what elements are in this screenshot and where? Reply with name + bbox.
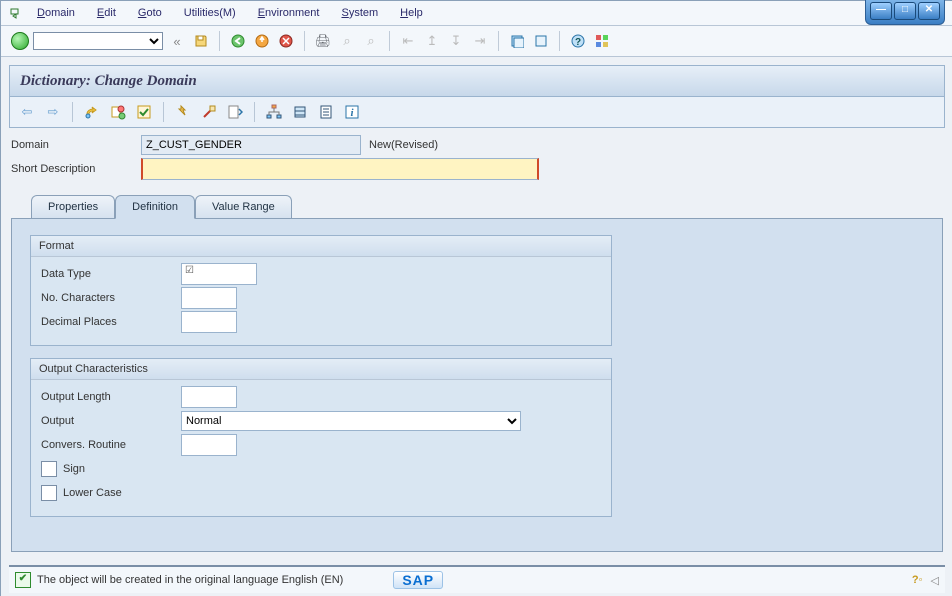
help-icon[interactable]: ? <box>568 31 588 51</box>
tab-value-range[interactable]: Value Range <box>195 195 292 218</box>
display-change-icon[interactable] <box>81 101 103 123</box>
info-icon[interactable]: i <box>341 101 363 123</box>
header-form: Domain New(Revised) Short Description <box>11 134 943 180</box>
nav-back-icon[interactable]: ⇦ <box>16 101 38 123</box>
output-select[interactable]: Normal <box>181 411 521 431</box>
window-controls: — □ ✕ <box>865 0 945 25</box>
shortdesc-field[interactable] <box>141 158 539 180</box>
maximize-button[interactable]: □ <box>894 2 916 20</box>
sign-checkbox[interactable] <box>41 461 57 477</box>
decimal-places-field[interactable] <box>181 311 237 333</box>
status-message: The object will be created in the origin… <box>37 574 343 586</box>
tab-container: Properties Definition Value Range Format… <box>11 194 943 552</box>
find-next-icon[interactable]: ⌕ <box>361 31 381 51</box>
sap-logo: SAP <box>393 571 443 589</box>
where-used-icon[interactable] <box>198 101 220 123</box>
other-object-icon[interactable] <box>107 101 129 123</box>
prev-page-icon[interactable]: ↥ <box>422 31 442 51</box>
group-output-title: Output Characteristics <box>31 359 611 380</box>
status-help-icon[interactable]: ?◦ <box>912 574 923 586</box>
menu-edit-label: dit <box>104 7 116 19</box>
convers-routine-field[interactable] <box>181 434 237 456</box>
back-icon[interactable] <box>228 31 248 51</box>
new-session-icon[interactable] <box>507 31 527 51</box>
history-back-icon[interactable]: « <box>167 31 187 51</box>
tab-strip: Properties Definition Value Range <box>11 195 943 219</box>
command-field[interactable] <box>33 32 163 50</box>
menu-domain[interactable]: Domain <box>27 3 85 23</box>
standard-toolbar: « 🖨 ⌕ ⌕ ⇤ ↥ ↧ ⇥ ? <box>1 26 952 57</box>
menu-utilities[interactable]: Utilities(M) <box>174 3 246 23</box>
menu-bar: Domain Edit Goto Utilities(M) Environmen… <box>1 1 952 26</box>
data-type-label: Data Type <box>41 268 181 280</box>
nav-fwd-icon[interactable]: ⇨ <box>42 101 64 123</box>
tab-panel-definition: Format Data Type ☑ No. Characters <box>11 218 943 552</box>
decimal-places-label: Decimal Places <box>41 316 181 328</box>
domain-field <box>141 135 361 155</box>
sap-gui-window: — □ ✕ Domain Edit Goto Utilities(M) Envi… <box>0 0 952 596</box>
group-output: Output Characteristics Output Length Out… <box>30 358 612 517</box>
menu-domain-label: omain <box>45 7 75 19</box>
layout-menu-icon[interactable] <box>592 31 612 51</box>
menu-goto[interactable]: Goto <box>128 3 172 23</box>
group-format-title: Format <box>31 236 611 257</box>
lowercase-checkbox[interactable] <box>41 485 57 501</box>
hierarchy-icon[interactable] <box>263 101 285 123</box>
cancel-icon[interactable] <box>276 31 296 51</box>
menu-indicator-icon[interactable] <box>7 5 25 21</box>
svg-text:?: ? <box>575 37 581 48</box>
no-chars-field[interactable] <box>181 287 237 309</box>
f4-help-icon[interactable]: ☑ <box>185 265 194 276</box>
output-length-field[interactable] <box>181 386 237 408</box>
status-bar: ✔ The object will be created in the orig… <box>9 565 945 593</box>
find-icon[interactable]: ⌕ <box>337 31 357 51</box>
output-length-label: Output Length <box>41 391 181 403</box>
menu-system[interactable]: System <box>331 3 388 23</box>
no-chars-label: No. Characters <box>41 292 181 304</box>
status-ok-icon: ✔ <box>15 572 31 588</box>
minimize-button[interactable]: — <box>870 2 892 20</box>
menu-environment[interactable]: Environment <box>248 3 330 23</box>
close-button[interactable]: ✕ <box>918 2 940 20</box>
save-icon[interactable] <box>191 31 211 51</box>
menu-help[interactable]: Help <box>390 3 433 23</box>
print-icon[interactable]: 🖨 <box>313 31 333 51</box>
status-expand-icon[interactable]: ◁ <box>931 574 939 587</box>
last-page-icon[interactable]: ⇥ <box>470 31 490 51</box>
ok-code-enter-icon[interactable] <box>11 32 29 50</box>
output-label: Output <box>41 415 181 427</box>
page-title: Dictionary: Change Domain <box>20 73 197 90</box>
display-list-icon[interactable] <box>224 101 246 123</box>
first-page-icon[interactable]: ⇤ <box>398 31 418 51</box>
title-bar: Dictionary: Change Domain <box>9 65 945 97</box>
sign-label: Sign <box>63 463 85 475</box>
append-icon[interactable] <box>289 101 311 123</box>
tab-definition[interactable]: Definition <box>115 195 195 219</box>
check-icon[interactable] <box>133 101 155 123</box>
menu-goto-label: oto <box>146 7 161 19</box>
group-format: Format Data Type ☑ No. Characters <box>30 235 612 346</box>
domain-status: New(Revised) <box>369 139 438 151</box>
create-shortcut-icon[interactable] <box>531 31 551 51</box>
activate-icon[interactable] <box>172 101 194 123</box>
domain-label: Domain <box>11 139 141 151</box>
lowercase-label: Lower Case <box>63 487 122 499</box>
application-toolbar: ⇦ ⇨ i <box>9 97 945 128</box>
exit-icon[interactable] <box>252 31 272 51</box>
menu-edit[interactable]: Edit <box>87 3 126 23</box>
shortdesc-label: Short Description <box>11 163 141 175</box>
tab-properties[interactable]: Properties <box>31 195 115 218</box>
documentation-icon[interactable] <box>315 101 337 123</box>
convers-routine-label: Convers. Routine <box>41 439 181 451</box>
next-page-icon[interactable]: ↧ <box>446 31 466 51</box>
